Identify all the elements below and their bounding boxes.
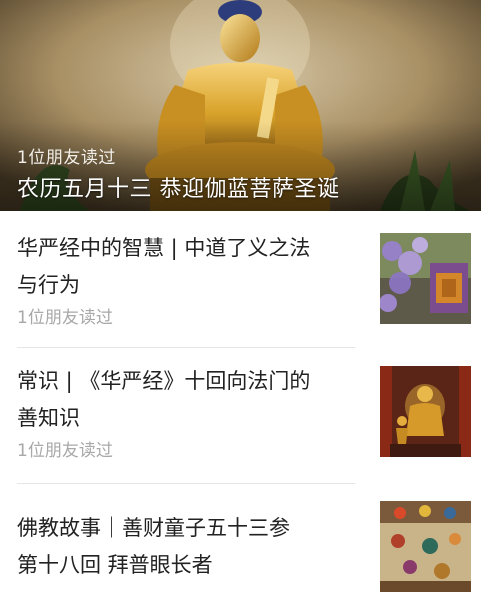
painting-thumbnail[interactable] bbox=[380, 501, 471, 592]
hero-title[interactable]: 农历五月十三 恭迎伽蓝菩萨圣诞 bbox=[17, 171, 340, 203]
hero-article-card[interactable]: 1位朋友读过 农历五月十三 恭迎伽蓝菩萨圣诞 bbox=[0, 0, 481, 211]
list-item[interactable]: 华严经中的智慧 | 中道了义之法 与行为 1位朋友读过 bbox=[0, 211, 481, 347]
hero-friends-read-label: 1位朋友读过 bbox=[17, 148, 116, 168]
buddhist-painting-image bbox=[380, 501, 471, 592]
article-title-line: 佛教故事｜善财童子五十三参 bbox=[17, 516, 290, 540]
wisteria-image bbox=[380, 233, 471, 324]
list-item[interactable]: 佛教故事｜善财童子五十三参 第十八回 拜普眼长者 bbox=[0, 484, 481, 602]
list-item[interactable]: 常识 | 《华严经》十回向法门的 善知识 1位朋友读过 bbox=[0, 348, 481, 483]
article-title-line: 与行为 bbox=[17, 273, 80, 297]
article-title[interactable]: 华严经中的智慧 | 中道了义之法 与行为 bbox=[17, 230, 362, 304]
article-title[interactable]: 佛教故事｜善财童子五十三参 第十八回 拜普眼长者 bbox=[17, 510, 362, 584]
article-title-line: 第十八回 拜普眼长者 bbox=[17, 553, 213, 577]
buddha-hall-thumbnail[interactable] bbox=[380, 366, 471, 457]
article-title-line: 华严经中的智慧 | 中道了义之法 bbox=[17, 236, 311, 260]
friends-read-label: 1位朋友读过 bbox=[17, 308, 113, 328]
article-feed-page: 1位朋友读过 农历五月十三 恭迎伽蓝菩萨圣诞 华严经中的智慧 | 中道了义之法 … bbox=[0, 0, 481, 602]
wisteria-thumbnail[interactable] bbox=[380, 233, 471, 324]
article-title-line: 善知识 bbox=[17, 406, 80, 430]
article-title[interactable]: 常识 | 《华严经》十回向法门的 善知识 bbox=[17, 363, 362, 437]
article-title-line: 常识 | 《华严经》十回向法门的 bbox=[17, 369, 311, 393]
buddha-hall-image bbox=[380, 366, 471, 457]
friends-read-label: 1位朋友读过 bbox=[17, 441, 113, 461]
